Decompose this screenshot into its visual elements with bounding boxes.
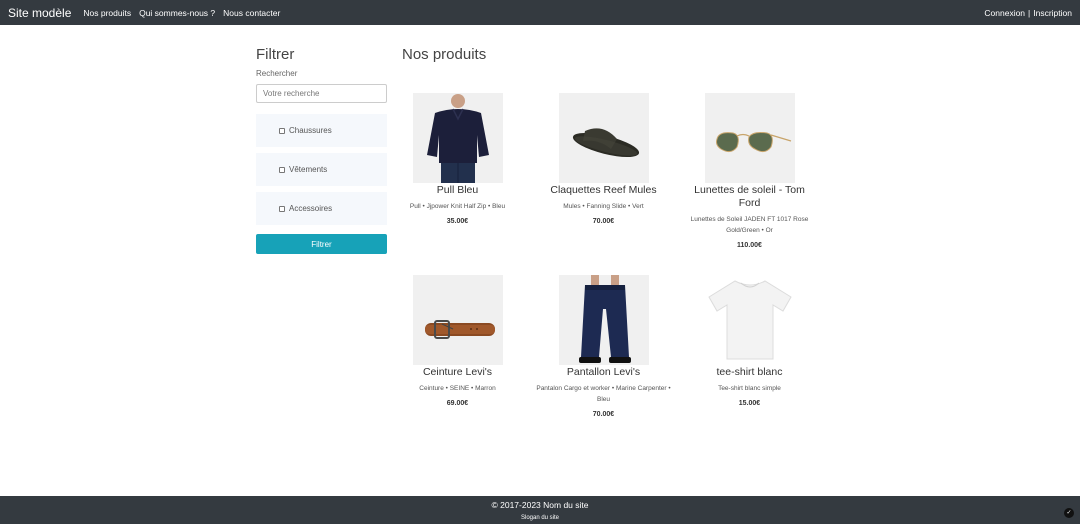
help-badge-icon[interactable]: ✓ (1064, 508, 1074, 518)
top-navbar: Site modèle Nos produits Qui sommes-nous… (0, 0, 1080, 25)
product-card[interactable]: Ceinture Levi's Ceinture • SEINE • Marro… (385, 275, 530, 418)
product-card[interactable]: Lunettes de soleil - Tom Ford Lunettes d… (677, 93, 822, 275)
product-name[interactable]: Pull Bleu (393, 184, 523, 197)
product-name[interactable]: tee-shirt blanc (685, 366, 815, 379)
search-input[interactable] (256, 84, 387, 103)
category-checkbox[interactable] (279, 127, 285, 134)
product-card[interactable]: tee-shirt blanc Tee-shirt blanc simple 1… (677, 275, 822, 418)
product-price: 35.00€ (446, 218, 469, 225)
product-name[interactable]: Pantallon Levi's (539, 366, 669, 379)
footer-slogan: Slogan du site (520, 515, 560, 521)
nav-link-about[interactable]: Qui sommes-nous ? (139, 8, 215, 18)
product-price: 69.00€ (446, 400, 469, 407)
category-shoes[interactable]: Chaussures (256, 114, 387, 147)
product-image-belt[interactable] (412, 275, 503, 365)
product-image-sweater[interactable] (412, 93, 503, 183)
product-card[interactable]: Claquettes Reef Mules Mules • Fanning Sl… (531, 93, 676, 275)
auth-links: Connexion | Inscription (984, 8, 1072, 18)
search-label: Rechercher (256, 69, 298, 78)
product-name[interactable]: Lunettes de soleil - Tom Ford (685, 184, 815, 210)
product-name[interactable]: Claquettes Reef Mules (539, 184, 669, 197)
product-price: 70.00€ (592, 218, 615, 225)
nav-link-products[interactable]: Nos produits (83, 8, 131, 18)
product-name[interactable]: Ceinture Levi's (393, 366, 523, 379)
product-image-slide-sandal[interactable] (558, 93, 649, 183)
site-brand[interactable]: Site modèle (8, 6, 71, 20)
filter-button[interactable]: Filtrer (256, 234, 387, 254)
site-footer: © 2017-2023 Nom du site Slogan du site ✓ (0, 496, 1080, 524)
nav-link-contact[interactable]: Nous contacter (223, 8, 280, 18)
category-label: Chaussures (289, 126, 332, 135)
product-price: 15.00€ (738, 400, 761, 407)
product-description: Tee-shirt blanc simple (718, 385, 781, 392)
category-clothing[interactable]: Vêtements (256, 153, 387, 186)
product-price: 70.00€ (592, 411, 615, 418)
register-link[interactable]: Inscription (1033, 8, 1072, 18)
product-card[interactable]: Pull Bleu Pull • Jjpower Knit Half Zip •… (385, 93, 530, 275)
footer-copyright: © 2017-2023 Nom du site (491, 500, 589, 510)
product-description: Pull • Jjpower Knit Half Zip • Bleu (409, 203, 506, 210)
product-card[interactable]: Pantallon Levi's Pantalon Cargo et worke… (531, 275, 676, 418)
product-description: Pantalon Cargo et worker • Marine Carpen… (536, 385, 671, 403)
filter-sidebar: Filtrer Rechercher Chaussures Vêtements … (256, 46, 387, 254)
category-accessories[interactable]: Accessoires (256, 192, 387, 225)
product-image-jeans[interactable] (558, 275, 649, 365)
category-list: Chaussures Vêtements Accessoires (256, 114, 387, 225)
category-label: Accessoires (289, 204, 333, 213)
product-description: Mules • Fanning Slide • Vert (563, 203, 644, 210)
filter-title: Filtrer (256, 46, 295, 63)
category-checkbox[interactable] (279, 166, 285, 173)
product-description: Ceinture • SEINE • Marron (419, 385, 496, 392)
auth-separator: | (1028, 7, 1031, 18)
product-description: Lunettes de Soleil JADEN FT 1017 Rose Go… (690, 216, 809, 234)
product-grid: Pull Bleu Pull • Jjpower Knit Half Zip •… (385, 93, 845, 418)
product-image-sunglasses[interactable] (704, 93, 795, 183)
login-link[interactable]: Connexion (984, 8, 1025, 18)
product-price: 110.00€ (737, 242, 762, 249)
category-checkbox[interactable] (279, 205, 285, 212)
product-image-white-tshirt[interactable] (704, 275, 795, 365)
page-title: Nos produits (402, 46, 487, 63)
category-label: Vêtements (289, 165, 328, 174)
